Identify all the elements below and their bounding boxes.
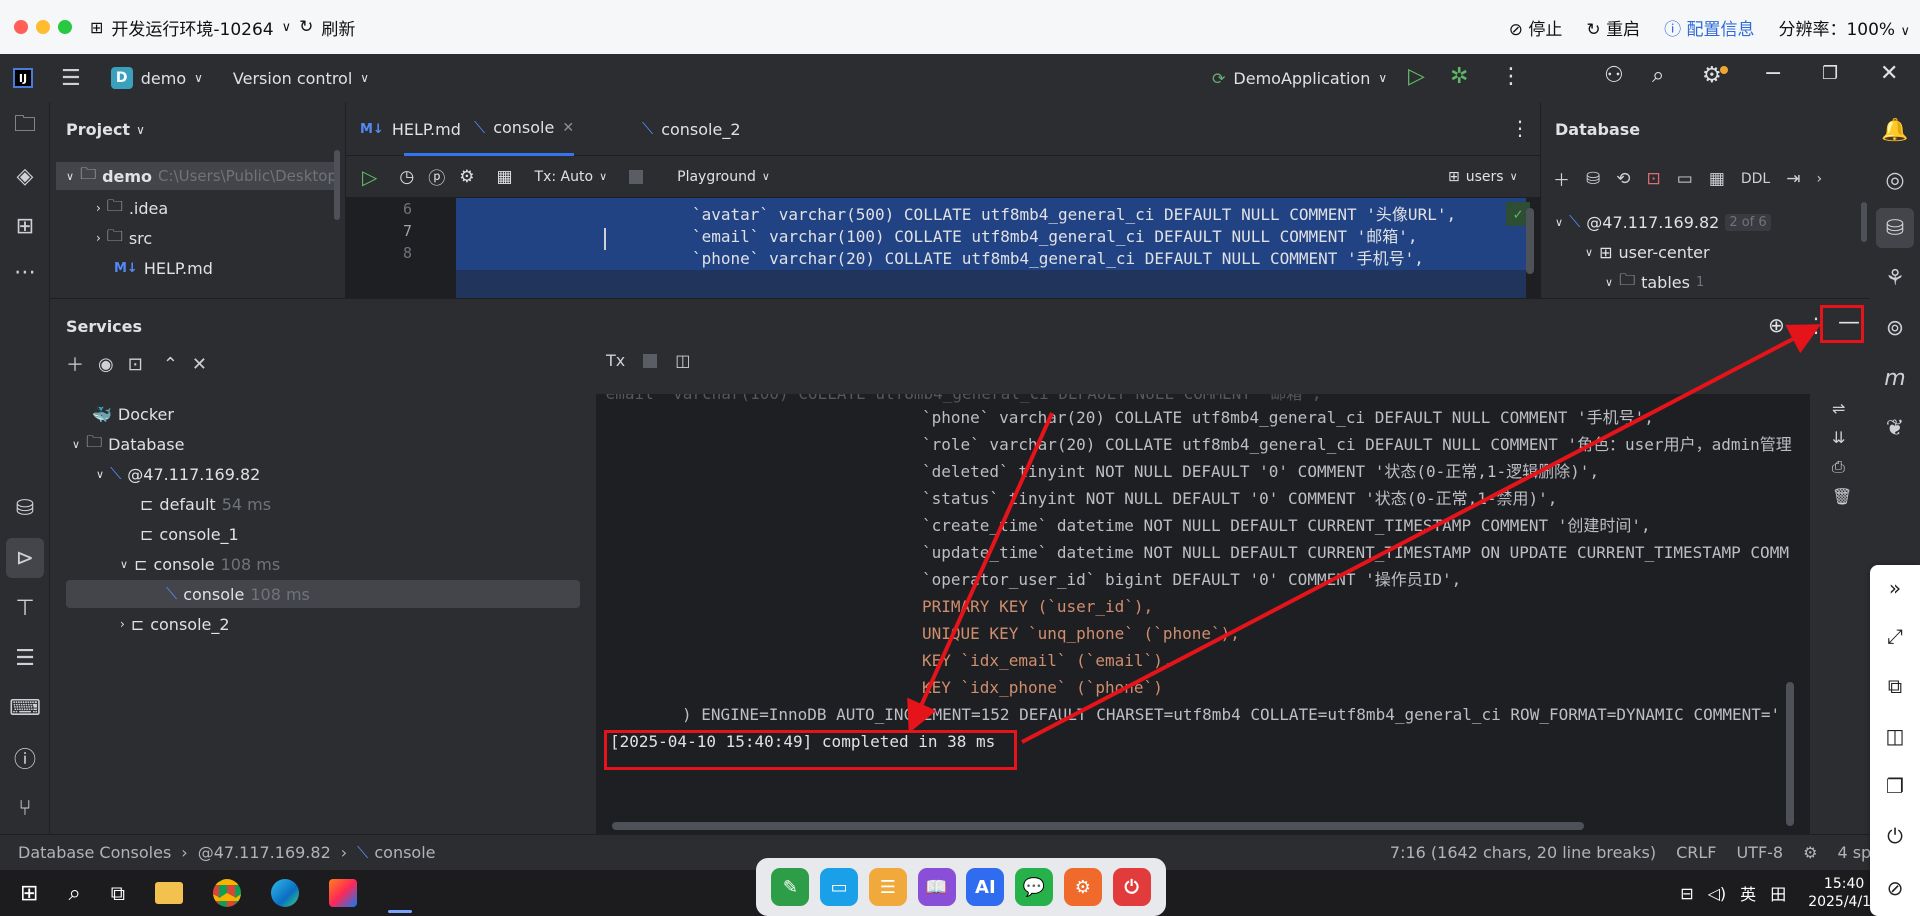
arrow-to-completed	[907, 412, 1054, 734]
explorer-icon[interactable]	[155, 882, 184, 904]
volume-icon[interactable]: ◁)	[1708, 884, 1727, 903]
collapse-icon[interactable]: »	[1870, 565, 1920, 611]
chrome-icon[interactable]	[213, 879, 242, 907]
line-separator[interactable]: CRLF	[1676, 843, 1716, 862]
layout-icon[interactable]: ◫	[1870, 713, 1920, 759]
arrow-to-hide-button	[1021, 324, 1822, 744]
console-icon: ⟍	[357, 842, 369, 862]
intellij-active-indicator	[388, 910, 412, 913]
input-method-icon[interactable]: 田	[1770, 881, 1786, 905]
intellij-icon[interactable]	[329, 879, 358, 907]
chevron-right-icon: ›	[340, 843, 348, 862]
power-icon[interactable]: ⏻	[1870, 813, 1920, 859]
annotation-arrows	[907, 324, 1822, 744]
start-icon[interactable]: ⊞	[20, 881, 38, 906]
caret-position[interactable]: 7:16 (1642 chars, 20 line breaks)	[1390, 843, 1656, 862]
hide-eye-icon[interactable]: ⊘	[1870, 865, 1920, 911]
network-icon[interactable]: ⊟	[1680, 884, 1693, 903]
dock-app-ai-icon[interactable]: AI	[966, 868, 1005, 906]
dock-app-power-icon[interactable]: ⏻	[1112, 868, 1151, 906]
dock-app-chat-icon[interactable]: 💬	[1015, 868, 1054, 906]
dock-app-settings-icon[interactable]: ⚙	[1063, 868, 1102, 906]
dock-app-book-icon[interactable]: 📖	[917, 868, 956, 906]
dock-app-files-icon[interactable]: ☰	[868, 868, 907, 906]
dock-app-sign-icon[interactable]: ✎	[771, 868, 810, 906]
breadcrumb-item[interactable]: console	[374, 843, 435, 862]
floating-side-toolbar: » ⤢ ⧉ ◫ ❐ ⏻ ⊘	[1870, 565, 1920, 916]
file-encoding[interactable]: UTF-8	[1736, 843, 1783, 862]
gear-icon[interactable]: ⚙	[1803, 843, 1817, 862]
breadcrumb-item[interactable]: Database Consoles	[18, 843, 171, 862]
ime-indicator[interactable]: 英	[1740, 881, 1756, 905]
task-view-icon[interactable]: ⧉	[111, 881, 125, 905]
split-icon[interactable]: ⧉	[1870, 663, 1920, 709]
copy-icon[interactable]: ❐	[1870, 763, 1920, 809]
chevron-right-icon: ›	[181, 843, 188, 862]
edge-icon[interactable]	[271, 879, 300, 907]
app-dock: ✎ ▭ ☰ 📖 AI 💬 ⚙ ⏻	[756, 858, 1166, 916]
dock-app-display-icon[interactable]: ▭	[820, 868, 859, 906]
breadcrumb-item[interactable]: @47.117.169.82	[198, 843, 331, 862]
fullscreen-icon[interactable]: ⤢	[1870, 613, 1920, 659]
search-icon[interactable]: ⌕	[68, 881, 80, 906]
